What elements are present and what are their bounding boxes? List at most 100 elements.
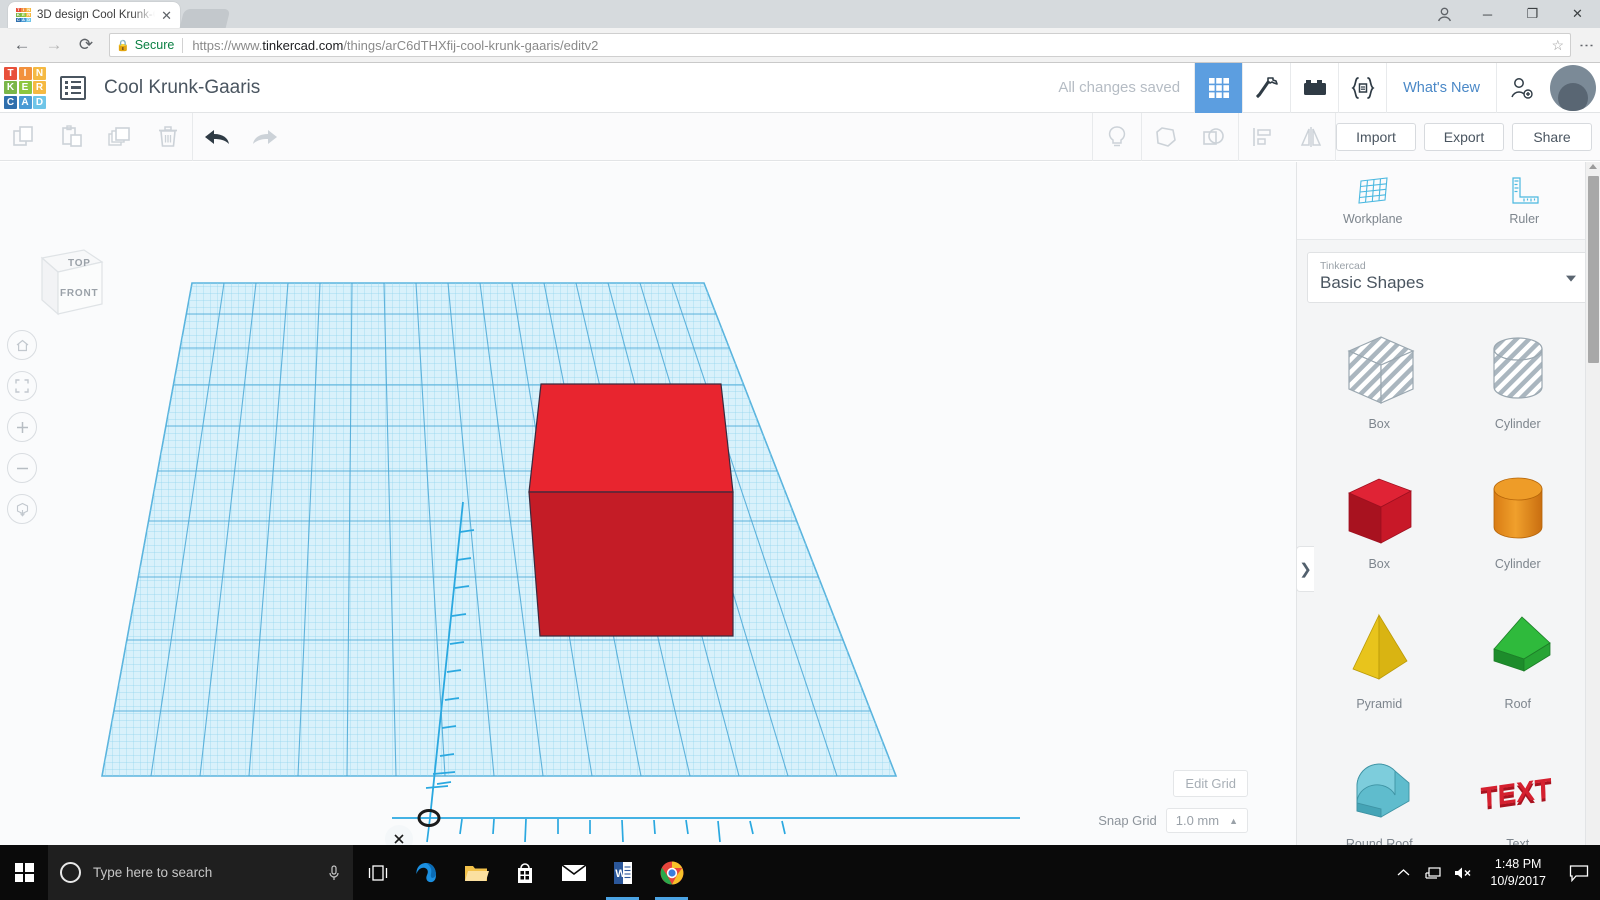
scroll-up-arrow-icon[interactable] — [1589, 164, 1597, 169]
windows-taskbar: Type here to search W 1:48 PM 10/9/2017 — [0, 845, 1600, 900]
library-owner: Tinkercad — [1320, 260, 1366, 272]
paste-icon[interactable] — [48, 113, 96, 161]
minecraft-pickaxe-icon[interactable] — [1242, 62, 1290, 113]
shape-library-select[interactable]: Tinkercad Basic Shapes — [1307, 252, 1590, 303]
edit-grid-button[interactable]: Edit Grid — [1173, 770, 1248, 797]
favicon-letter: C — [16, 16, 21, 23]
shape-grid: Box Cylinder Box Cylinder Pyramid Roof R… — [1313, 317, 1584, 845]
duplicate-icon[interactable] — [96, 113, 144, 161]
favicon-letter: A — [21, 16, 26, 23]
red-box-shape — [528, 383, 734, 637]
microphone-icon[interactable] — [327, 864, 341, 882]
volume-muted-icon[interactable] — [1448, 845, 1478, 900]
tinkercad-favicon: T I N K E R C A D — [16, 7, 31, 23]
maximize-button[interactable]: ❐ — [1510, 0, 1555, 28]
clock-date: 10/9/2017 — [1490, 873, 1546, 888]
mail-icon[interactable] — [549, 845, 598, 900]
shape-label: Round Roof — [1345, 837, 1413, 845]
shape-item-cylinder-solid[interactable]: Cylinder — [1452, 457, 1585, 593]
snap-grid-label: Snap Grid — [1098, 813, 1157, 828]
snap-grid-select[interactable]: 1.0 mm ▲ — [1165, 808, 1248, 833]
chrome-browser-window: T I N K E R C A D 3D design Cool Krunk-G… — [0, 0, 1600, 845]
windows-start-icon[interactable] — [0, 845, 48, 900]
taskbar-clock[interactable]: 1:48 PM 10/9/2017 — [1478, 845, 1558, 900]
3d-canvas[interactable]: Workplane — [0, 162, 1296, 845]
network-icon[interactable] — [1418, 845, 1448, 900]
ruler-tool[interactable]: Ruler — [1449, 162, 1600, 239]
delete-trash-icon[interactable] — [144, 113, 192, 161]
add-person-icon[interactable] — [1496, 62, 1544, 113]
perspective-toggle-icon[interactable] — [7, 494, 37, 524]
whats-new-link[interactable]: What's New — [1386, 62, 1496, 113]
tab-strip: T I N K E R C A D 3D design Cool Krunk-G… — [0, 0, 1600, 28]
star-icon[interactable]: ☆ — [1551, 37, 1564, 54]
home-view-icon[interactable] — [7, 330, 37, 360]
codeblocks-icon[interactable] — [1338, 62, 1386, 113]
panel-collapse-button[interactable]: ❯ — [1296, 546, 1314, 592]
logo-letter: I — [18, 66, 32, 80]
shape-label: Text — [1506, 837, 1530, 845]
copy-icon[interactable] — [0, 113, 48, 161]
chrome-icon[interactable] — [647, 845, 696, 900]
file-explorer-icon[interactable] — [451, 845, 500, 900]
lego-brick-icon[interactable] — [1290, 62, 1338, 113]
workplane-tool[interactable]: Workplane — [1297, 162, 1449, 239]
new-tab-button[interactable] — [179, 9, 231, 28]
forward-arrow-icon[interactable]: → — [40, 31, 68, 59]
reload-icon[interactable]: ⟳ — [72, 31, 100, 59]
show-hidden-icons-chevron[interactable] — [1388, 845, 1418, 900]
kebab-menu-icon[interactable]: ⋮ — [1578, 38, 1595, 53]
close-window-button[interactable]: ✕ — [1555, 0, 1600, 28]
undo-icon[interactable] — [193, 113, 241, 161]
browser-tab[interactable]: T I N K E R C A D 3D design Cool Krunk-G… — [8, 2, 180, 28]
address-bar[interactable]: 🔒 Secure https://www.tinkercad.com/thing… — [109, 33, 1571, 57]
scrollbar-thumb[interactable] — [1588, 176, 1599, 363]
zoom-in-icon[interactable] — [7, 412, 37, 442]
word-icon[interactable]: W — [598, 845, 647, 900]
logo-letter: C — [4, 95, 17, 109]
zoom-out-icon[interactable] — [7, 453, 37, 483]
shape-item-box-solid[interactable]: Box — [1313, 457, 1446, 593]
shape-item-round-roof[interactable]: Round Roof — [1313, 737, 1446, 845]
align-icon[interactable] — [1239, 113, 1287, 161]
workplane-scene: Workplane — [101, 282, 1020, 845]
back-arrow-icon[interactable]: ← — [8, 31, 36, 59]
tinkercad-logo-icon[interactable]: T I N K E R C A D — [4, 66, 46, 109]
search-input[interactable]: Type here to search — [48, 845, 353, 900]
lightbulb-icon[interactable] — [1093, 113, 1141, 161]
minimize-button[interactable]: ─ — [1465, 0, 1510, 28]
mirror-icon[interactable] — [1287, 113, 1335, 161]
view-cube[interactable]: TOP FRONT — [22, 240, 106, 337]
shape-item-text[interactable]: TEXT TEXT Text — [1452, 737, 1585, 845]
logo-letter: A — [18, 95, 32, 109]
workplane-tool-label: Workplane — [1342, 212, 1403, 226]
task-view-icon[interactable] — [353, 845, 402, 900]
fit-to-view-icon[interactable] — [7, 371, 37, 401]
export-button[interactable]: Export — [1424, 122, 1504, 151]
grid-apps-icon[interactable] — [1194, 62, 1243, 113]
logo-letter: R — [33, 81, 46, 94]
edge-icon[interactable] — [402, 845, 451, 900]
chevron-down-icon — [1566, 275, 1576, 282]
share-button[interactable]: Share — [1512, 122, 1592, 151]
group-icon[interactable] — [1142, 113, 1190, 161]
shape-list[interactable]: Box Cylinder Box Cylinder Pyramid Roof R… — [1297, 313, 1600, 845]
list-menu-icon[interactable] — [60, 75, 86, 100]
snap-grid-value: 1.0 mm — [1175, 813, 1220, 828]
user-account-icon[interactable] — [1423, 0, 1465, 28]
url-scheme: https://www. — [192, 37, 263, 53]
tab-close-icon[interactable]: ✕ — [161, 9, 172, 22]
design-title[interactable]: Cool Krunk-Gaaris — [104, 77, 260, 99]
microsoft-store-icon[interactable] — [500, 845, 549, 900]
user-avatar[interactable] — [1550, 64, 1596, 111]
shape-item-pyramid[interactable]: Pyramid — [1313, 597, 1446, 733]
shape-item-cylinder-hole[interactable]: Cylinder — [1452, 317, 1585, 453]
redo-icon[interactable] — [241, 113, 289, 161]
shape-item-roof[interactable]: Roof — [1452, 597, 1585, 733]
action-center-icon[interactable] — [1558, 845, 1600, 900]
shape-item-box-hole[interactable]: Box — [1313, 317, 1446, 453]
shape-panel-scrollbar[interactable] — [1585, 162, 1600, 845]
chevron-up-icon: ▲ — [1229, 815, 1238, 826]
import-button[interactable]: Import — [1336, 122, 1416, 151]
ungroup-icon[interactable] — [1190, 113, 1238, 161]
